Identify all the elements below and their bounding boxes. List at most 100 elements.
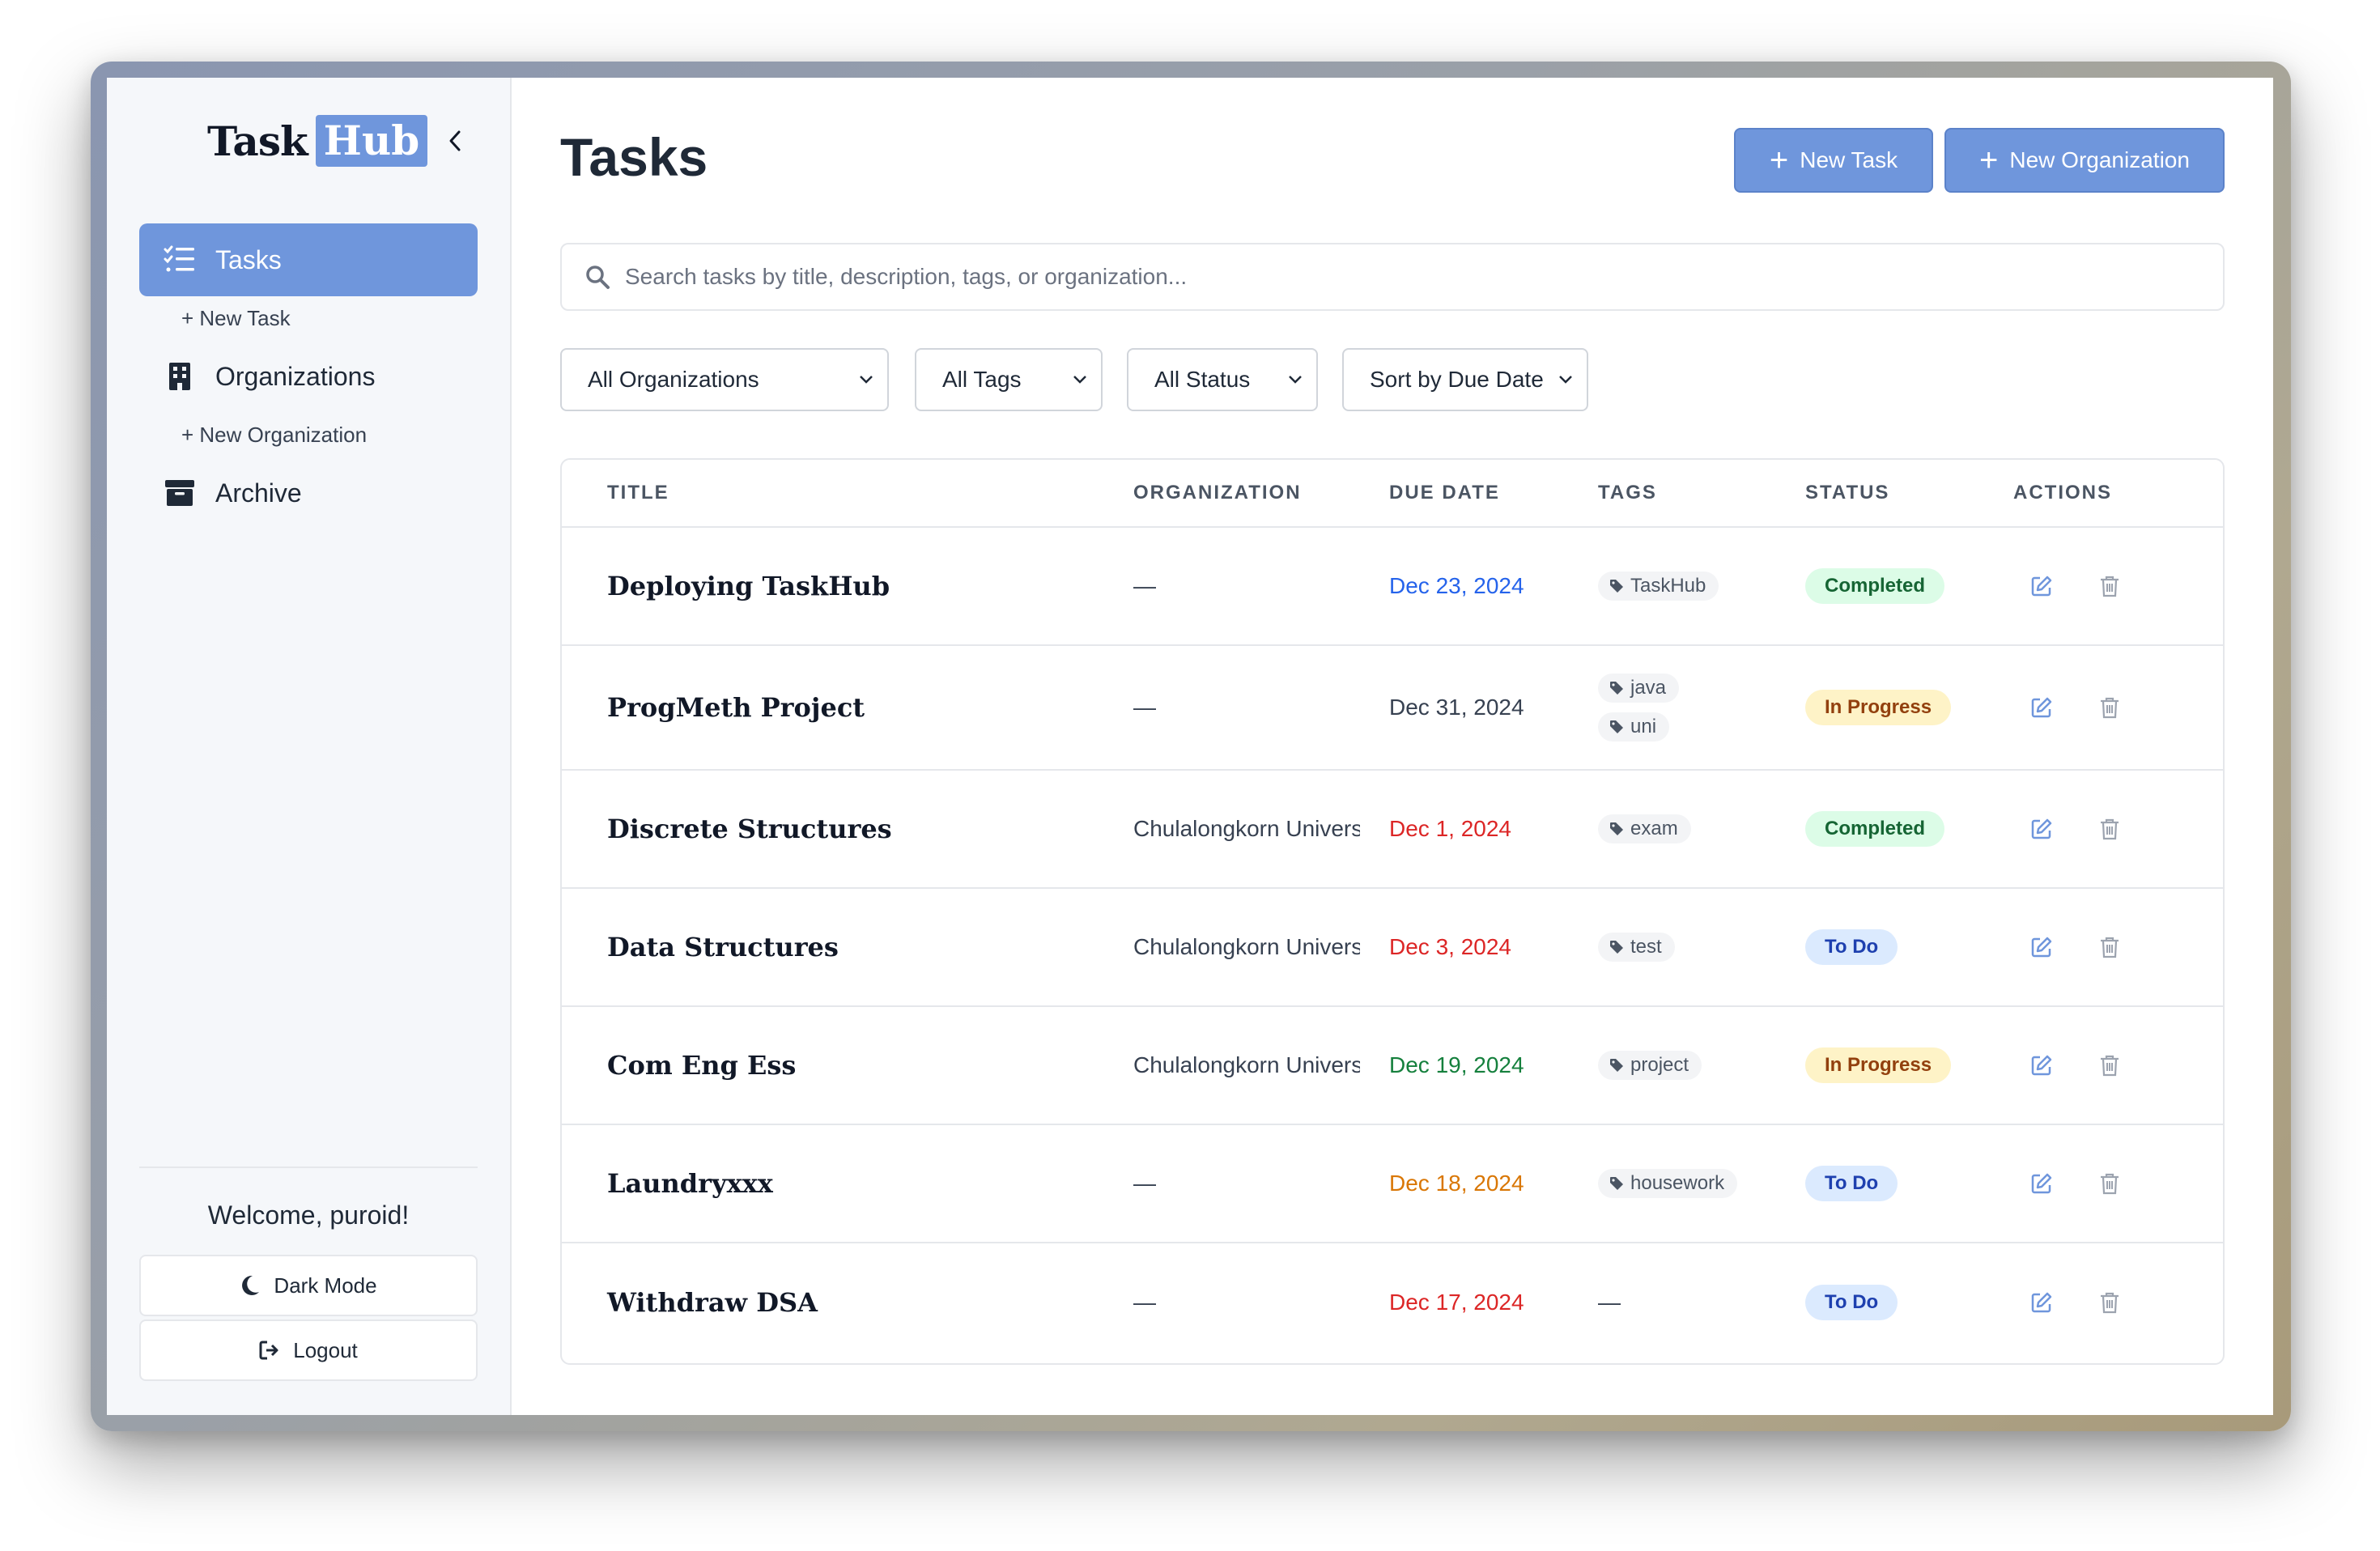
logo: Task Hub <box>207 115 428 167</box>
task-due-date: Dec 31, 2024 <box>1389 695 1524 720</box>
sidebar-item-archive[interactable]: Archive <box>139 457 478 529</box>
sidebar-item-label: Archive <box>215 478 302 508</box>
task-due-date: Dec 17, 2024 <box>1389 1290 1524 1315</box>
task-tags: test <box>1598 889 1675 1005</box>
list-check-icon <box>164 244 196 276</box>
search-icon <box>586 266 610 289</box>
sidebar-item-new-task[interactable]: + New Task <box>139 296 478 340</box>
table-row[interactable]: Withdraw DSA — Dec 17, 2024 — To Do <box>562 1243 2223 1362</box>
search-input[interactable] <box>625 264 2163 290</box>
table-row[interactable]: Data Structures Chulalongkorn Univers De… <box>562 889 2223 1007</box>
tag-icon <box>1610 1177 1623 1190</box>
new-task-button[interactable]: + New Task <box>1734 128 1933 193</box>
task-actions <box>2025 528 2126 644</box>
delete-button[interactable] <box>2093 931 2126 963</box>
sort-value: Sort by Due Date <box>1370 367 1544 392</box>
task-title[interactable]: Laundryxxx <box>607 1168 773 1199</box>
tag-badge[interactable]: exam <box>1598 814 1691 843</box>
table-header: TITLE ORGANIZATION DUE DATE TAGS STATUS … <box>562 460 2223 528</box>
status-badge: Completed <box>1805 568 1945 604</box>
table-row[interactable]: Laundryxxx — Dec 18, 2024 housework To D… <box>562 1125 2223 1243</box>
tag-badge[interactable]: housework <box>1598 1169 1738 1198</box>
task-organization: — <box>1133 1290 1156 1315</box>
status-filter-select[interactable]: All Status <box>1127 348 1318 411</box>
edit-icon <box>2031 818 2052 839</box>
task-actions <box>2025 889 2126 1005</box>
trash-icon <box>2101 1055 2119 1077</box>
delete-button[interactable] <box>2093 1286 2126 1319</box>
chevron-down-icon <box>1289 376 1302 384</box>
sidebar-item-organizations[interactable]: Organizations <box>139 340 478 413</box>
edit-button[interactable] <box>2025 1049 2058 1081</box>
edit-icon <box>2031 576 2052 597</box>
status-badge: To Do <box>1805 929 1898 965</box>
plus-icon: + <box>1979 142 1999 178</box>
task-actions <box>2025 771 2126 887</box>
tag-label: test <box>1630 936 1662 958</box>
task-title[interactable]: Withdraw DSA <box>607 1287 818 1318</box>
task-title[interactable]: Discrete Structures <box>607 814 892 844</box>
tag-label: TaskHub <box>1630 575 1706 597</box>
dark-mode-label: Dark Mode <box>274 1273 377 1298</box>
task-organization: — <box>1133 695 1156 720</box>
table-row[interactable]: ProgMeth Project — Dec 31, 2024 java uni … <box>562 646 2223 771</box>
tag-badge[interactable]: TaskHub <box>1598 572 1719 601</box>
task-actions <box>2025 1007 2126 1124</box>
moon-icon <box>240 1274 261 1297</box>
delete-button[interactable] <box>2093 691 2126 724</box>
task-actions <box>2025 646 2126 769</box>
header-status: STATUS <box>1805 482 1890 504</box>
dark-mode-button[interactable]: Dark Mode <box>139 1255 478 1316</box>
status-filter-value: All Status <box>1154 367 1251 392</box>
tag-badge[interactable]: uni <box>1598 712 1670 742</box>
tag-badge[interactable]: test <box>1598 933 1675 962</box>
organization-filter-select[interactable]: All Organizations <box>560 348 889 411</box>
welcome-text: Welcome, puroid! <box>207 1200 410 1230</box>
divider <box>139 1166 478 1168</box>
archive-icon <box>164 477 196 509</box>
sidebar-item-tasks[interactable]: Tasks <box>139 223 478 296</box>
table-row[interactable]: Com Eng Ess Chulalongkorn Univers Dec 19… <box>562 1007 2223 1125</box>
trash-icon <box>2101 937 2119 958</box>
edit-button[interactable] <box>2025 1286 2058 1319</box>
task-title[interactable]: Deploying TaskHub <box>607 571 890 601</box>
trash-icon <box>2101 697 2119 719</box>
collapse-sidebar-button[interactable] <box>439 125 471 157</box>
tag-badge[interactable]: java <box>1598 674 1680 703</box>
delete-button[interactable] <box>2093 813 2126 845</box>
task-organization: — <box>1133 1171 1156 1196</box>
tags-filter-value: All Tags <box>942 367 1022 392</box>
sidebar: Task Hub Tasks + New Task Organizations … <box>107 78 512 1415</box>
tag-label: housework <box>1630 1172 1725 1194</box>
logout-icon <box>259 1340 280 1361</box>
task-title[interactable]: ProgMeth Project <box>607 692 865 723</box>
tag-label: uni <box>1630 716 1657 737</box>
sidebar-item-new-organization[interactable]: + New Organization <box>139 413 478 457</box>
new-organization-button[interactable]: + New Organization <box>1944 128 2225 193</box>
delete-button[interactable] <box>2093 1049 2126 1081</box>
tags-filter-select[interactable]: All Tags <box>915 348 1103 411</box>
delete-button[interactable] <box>2093 1167 2126 1200</box>
edit-button[interactable] <box>2025 931 2058 963</box>
edit-button[interactable] <box>2025 1167 2058 1200</box>
status-badge: To Do <box>1805 1285 1898 1320</box>
logout-button[interactable]: Logout <box>139 1319 478 1381</box>
edit-button[interactable] <box>2025 570 2058 602</box>
tag-label: exam <box>1630 818 1678 839</box>
task-title[interactable]: Com Eng Ess <box>607 1050 796 1081</box>
table-row[interactable]: Discrete Structures Chulalongkorn Univer… <box>562 771 2223 889</box>
table-row[interactable]: Deploying TaskHub — Dec 23, 2024 TaskHub… <box>562 528 2223 646</box>
delete-button[interactable] <box>2093 570 2126 602</box>
edit-button[interactable] <box>2025 813 2058 845</box>
task-organization: Chulalongkorn Univers <box>1133 934 1360 959</box>
edit-icon <box>2031 1055 2052 1076</box>
tag-icon <box>1610 822 1623 835</box>
edit-button[interactable] <box>2025 691 2058 724</box>
tag-badge[interactable]: project <box>1598 1051 1702 1080</box>
page-title: Tasks <box>560 127 708 187</box>
task-title[interactable]: Data Structures <box>607 932 839 962</box>
edit-icon <box>2031 697 2052 718</box>
header-actions: ACTIONS <box>2013 482 2112 504</box>
trash-icon <box>2101 576 2119 597</box>
sort-select[interactable]: Sort by Due Date <box>1342 348 1588 411</box>
